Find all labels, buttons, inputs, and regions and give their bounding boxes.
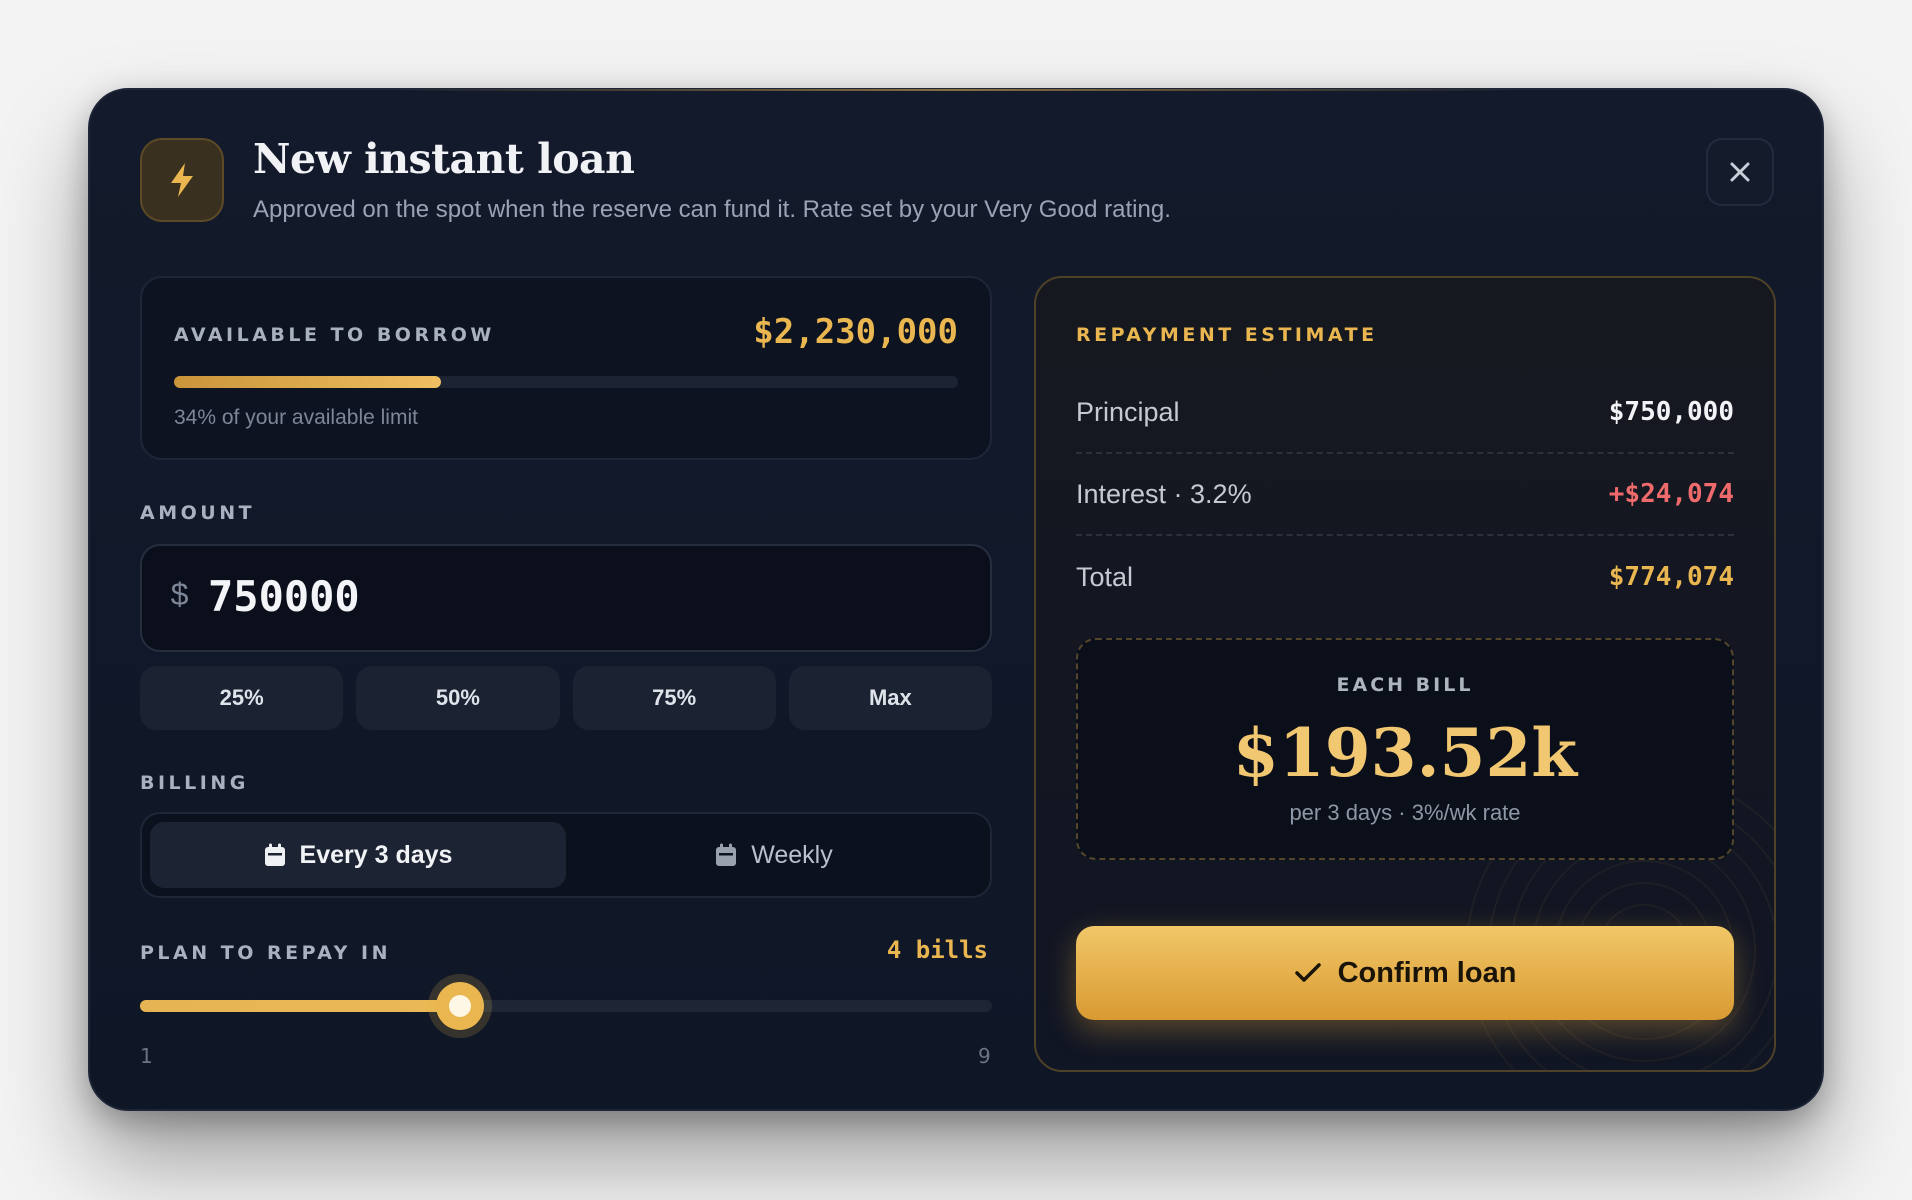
- amount-preset-row: 25% 50% 75% Max: [140, 666, 992, 730]
- available-progress-bar: [174, 376, 958, 388]
- repay-slider-track[interactable]: [140, 982, 992, 1030]
- currency-symbol: $: [170, 578, 190, 615]
- available-to-borrow-card: AVAILABLE TO BORROW $2,230,000 34% of yo…: [140, 276, 992, 460]
- preset-max-button[interactable]: Max: [788, 666, 992, 730]
- confirm-label: Confirm loan: [1337, 956, 1517, 989]
- slider-min-label: 1: [140, 1044, 153, 1068]
- estimate-row-total: Total $774,074: [1076, 536, 1734, 618]
- preset-50-button[interactable]: 50%: [356, 666, 560, 730]
- billing-option-weekly[interactable]: Weekly: [566, 822, 982, 888]
- estimate-key: Principal: [1076, 396, 1180, 427]
- lightning-bolt-icon: [140, 138, 224, 222]
- confirm-loan-button[interactable]: Confirm loan: [1076, 926, 1734, 1020]
- amount-value[interactable]: 750000: [208, 572, 360, 621]
- preset-25-button[interactable]: 25%: [140, 666, 344, 730]
- repay-slider-thumb[interactable]: [435, 982, 484, 1030]
- estimate-label: REPAYMENT ESTIMATE: [1076, 324, 1378, 346]
- each-bill-value: $193.52k: [1232, 714, 1578, 792]
- estimate-row-interest: Interest · 3.2% +$24,074: [1076, 454, 1734, 536]
- billing-option-label: Every 3 days: [299, 840, 453, 869]
- preset-75-button[interactable]: 75%: [572, 666, 776, 730]
- close-icon: [1730, 162, 1750, 182]
- each-bill-label: EACH BILL: [1336, 674, 1474, 696]
- new-loan-dialog: New instant loan Approved on the spot wh…: [88, 88, 1824, 1111]
- each-bill-card: EACH BILL $193.52k per 3 days · 3%/wk ra…: [1076, 638, 1734, 860]
- each-bill-note: per 3 days · 3%/wk rate: [1289, 800, 1521, 825]
- estimate-value: +$24,074: [1608, 479, 1734, 509]
- repay-slider-fill: [140, 1000, 460, 1012]
- plan-label: PLAN TO REPAY IN: [140, 942, 392, 964]
- billing-label: BILLING: [140, 772, 249, 794]
- amount-label: AMOUNT: [140, 502, 256, 524]
- calendar-icon: [264, 843, 285, 866]
- billing-segmented-control: Every 3 days Weekly: [140, 812, 992, 898]
- repayment-estimate-panel: REPAYMENT ESTIMATE Principal $750,000 In…: [1034, 276, 1776, 1072]
- estimate-row-principal: Principal $750,000: [1076, 372, 1734, 454]
- available-label: AVAILABLE TO BORROW: [174, 324, 495, 346]
- amount-input[interactable]: $ 750000: [140, 544, 992, 652]
- estimate-value: $774,074: [1608, 562, 1734, 592]
- available-note: 34% of your available limit: [174, 406, 418, 429]
- dialog-title: New instant loan: [253, 135, 635, 183]
- slider-max-label: 9: [978, 1044, 991, 1068]
- estimate-value: $750,000: [1608, 397, 1734, 427]
- available-progress-fill: [174, 376, 441, 388]
- calendar-icon: [716, 843, 737, 866]
- billing-option-every-3-days[interactable]: Every 3 days: [150, 822, 566, 888]
- checkmark-icon: [1294, 963, 1321, 982]
- estimate-key: Interest · 3.2%: [1076, 478, 1252, 509]
- estimate-key: Total: [1076, 561, 1134, 592]
- billing-option-label: Weekly: [751, 840, 833, 869]
- close-button[interactable]: [1706, 138, 1774, 206]
- available-value: $2,230,000: [753, 312, 958, 352]
- dialog-subtitle: Approved on the spot when the reserve ca…: [253, 196, 1171, 223]
- plan-value: 4 bills: [886, 936, 988, 964]
